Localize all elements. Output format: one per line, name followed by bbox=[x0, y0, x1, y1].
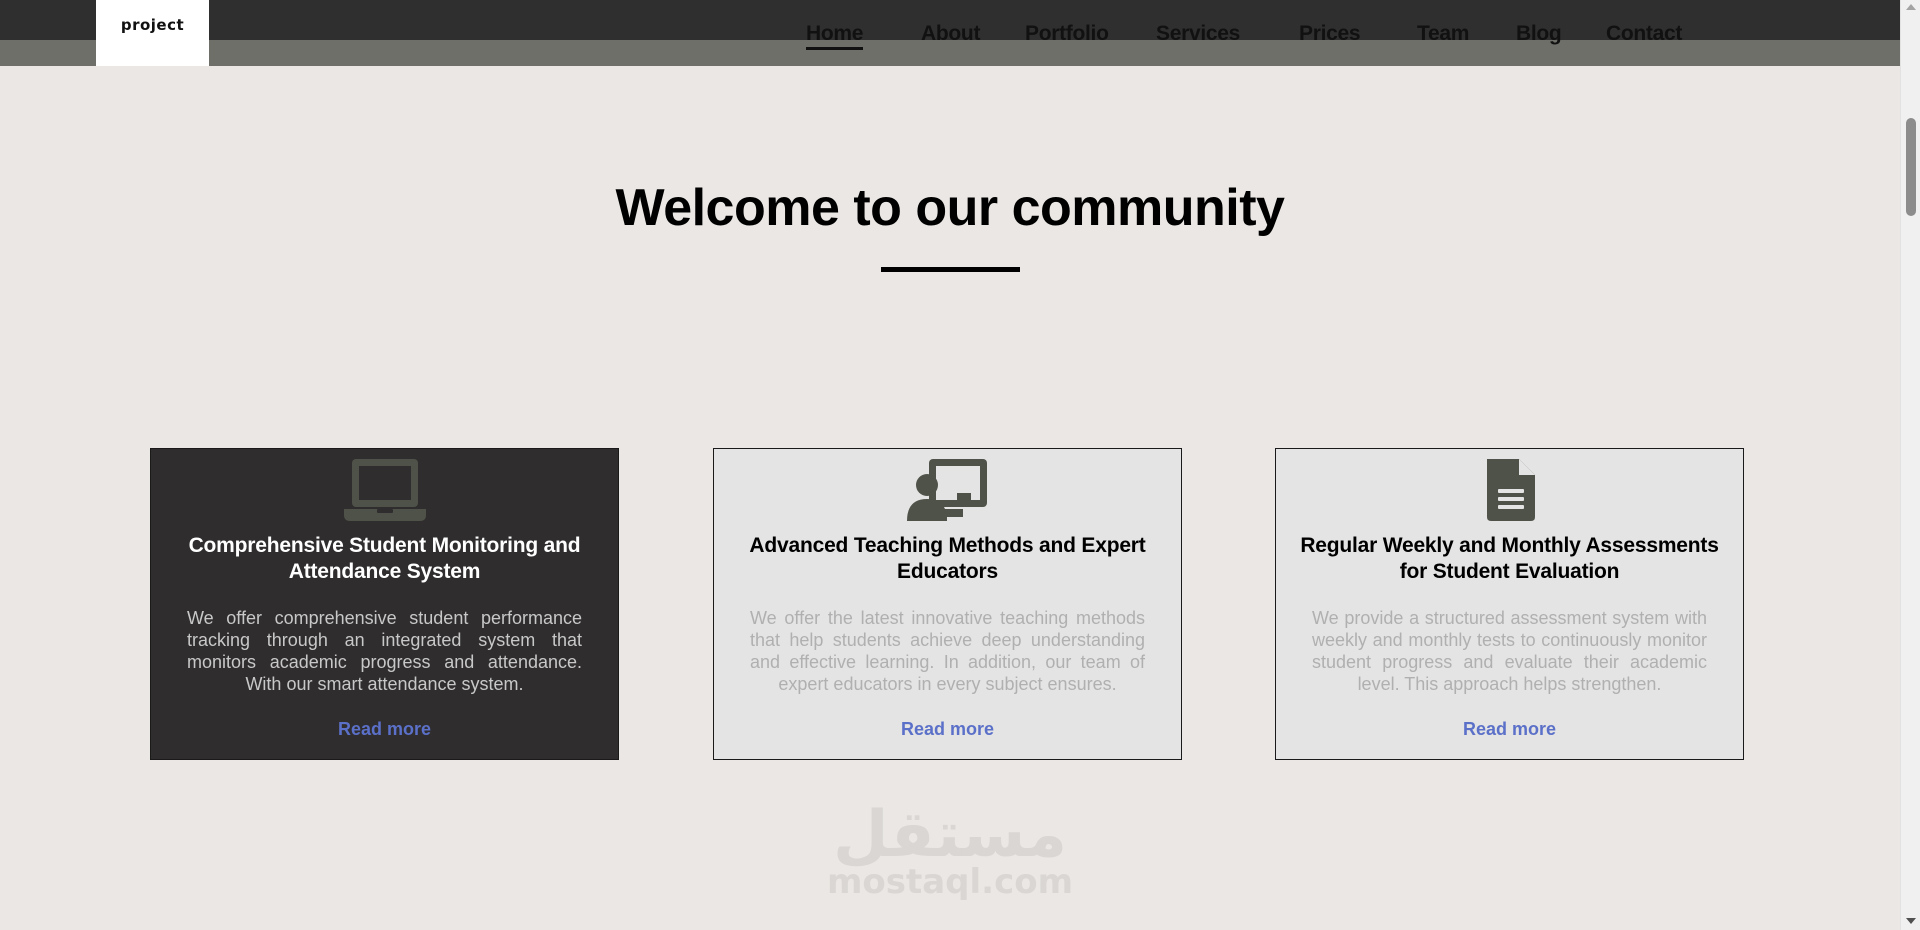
nav-services[interactable]: Services bbox=[1156, 22, 1240, 46]
document-icon bbox=[1486, 459, 1535, 521]
laptop-icon bbox=[343, 459, 426, 521]
nav-about[interactable]: About bbox=[921, 22, 980, 46]
nav-home[interactable]: Home bbox=[806, 22, 863, 50]
service-card-assessments: Regular Weekly and Monthly Assessments f… bbox=[1275, 448, 1744, 760]
main-nav: Home About Portfolio Services Prices Tea… bbox=[0, 22, 1900, 52]
nav-contact[interactable]: Contact bbox=[1606, 22, 1682, 46]
card-description: We provide a structured assessment syste… bbox=[1312, 608, 1707, 694]
watermark: مستقل mostaql.com bbox=[820, 800, 1080, 910]
watermark-latin: mostaql.com bbox=[826, 862, 1074, 902]
card-title: Comprehensive Student Monitoring and Att… bbox=[188, 534, 581, 583]
nav-team[interactable]: Team bbox=[1417, 22, 1469, 46]
card-title: Advanced Teaching Methods and Expert Edu… bbox=[749, 534, 1146, 583]
vertical-scrollbar[interactable] bbox=[1900, 0, 1920, 930]
service-card-monitoring: Comprehensive Student Monitoring and Att… bbox=[150, 448, 619, 760]
nav-portfolio[interactable]: Portfolio bbox=[1025, 22, 1109, 46]
teacher-board-icon bbox=[906, 459, 987, 521]
watermark-arabic: مستقل bbox=[832, 798, 1068, 872]
read-more-link[interactable]: Read more bbox=[1276, 719, 1743, 740]
nav-prices[interactable]: Prices bbox=[1299, 22, 1361, 46]
read-more-link[interactable]: Read more bbox=[714, 719, 1181, 740]
service-card-teaching: Advanced Teaching Methods and Expert Edu… bbox=[713, 448, 1182, 760]
title-underline bbox=[881, 267, 1020, 272]
card-description: We offer the latest innovative teaching … bbox=[750, 608, 1145, 694]
scroll-down-icon[interactable] bbox=[1906, 918, 1916, 924]
scroll-thumb[interactable] bbox=[1906, 118, 1916, 216]
scroll-up-icon[interactable] bbox=[1906, 4, 1916, 10]
card-description: We offer comprehensive student performan… bbox=[187, 608, 582, 694]
page-title: Welcome to our community bbox=[615, 179, 1285, 237]
read-more-link[interactable]: Read more bbox=[151, 719, 618, 740]
header-bar: project Home About Portfolio Services Pr… bbox=[0, 0, 1900, 66]
card-title: Regular Weekly and Monthly Assessments f… bbox=[1300, 534, 1719, 583]
nav-blog[interactable]: Blog bbox=[1516, 22, 1562, 46]
